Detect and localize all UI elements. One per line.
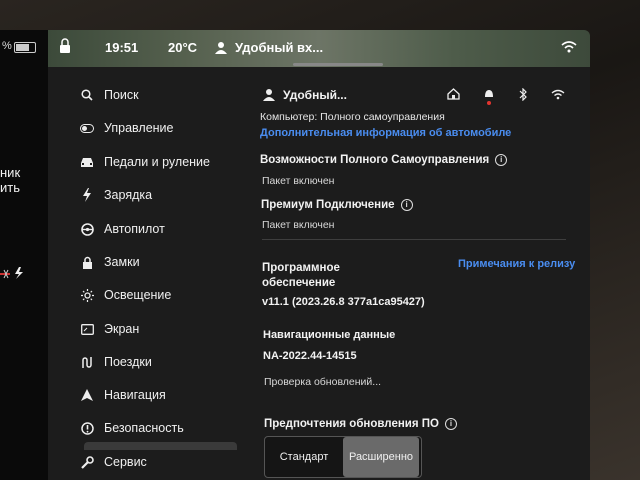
sidebar-item-pedals[interactable]: Педали и руление	[80, 151, 210, 173]
premium-title-text: Премиум Подключение	[261, 199, 395, 211]
bell-icon[interactable]	[483, 88, 495, 100]
sidebar-item-lights[interactable]: Освещение	[80, 284, 171, 306]
sidebar-item-safety[interactable]: Безопасность	[80, 417, 184, 439]
sidebar-item-label: Автопилот	[104, 222, 165, 236]
panel-drag-handle[interactable]	[293, 63, 383, 66]
nav-data-title: Навигационные данные	[263, 329, 396, 341]
premium-status: Пакет включен	[262, 219, 335, 231]
software-version: v11.1 (2023.26.8 377a1ca95427)	[262, 296, 425, 308]
divider	[262, 239, 566, 240]
left-text-1: ник	[0, 165, 21, 180]
sidebar-item-label: Поиск	[104, 88, 139, 102]
sidebar-item-trips[interactable]: Поездки	[80, 351, 152, 373]
sidebar-item-label: Сервис	[104, 455, 147, 469]
clock: 19:51	[105, 40, 139, 55]
check-updates[interactable]: Проверка обновлений...	[264, 376, 381, 388]
more-vehicle-info-link[interactable]: Дополнительная информация об автомобиле	[260, 127, 511, 139]
info-icon[interactable]: i	[445, 418, 457, 430]
sidebar-item-autopilot[interactable]: Автопилот	[80, 218, 165, 240]
lock-icon	[80, 255, 94, 269]
search-icon	[80, 88, 94, 102]
sidebar-item-selected-highlight	[84, 442, 237, 450]
sidebar-item-display[interactable]: Экран	[80, 318, 139, 340]
option-standard[interactable]: Стандарт	[265, 437, 343, 477]
battery-icon	[14, 42, 36, 53]
update-preferences-title: Предпочтения обновления ПО i	[264, 418, 457, 430]
computer-label: Компьютер: Полного самоуправления	[260, 111, 445, 123]
car-icon	[80, 155, 94, 169]
info-icon[interactable]: i	[400, 199, 413, 211]
release-notes-link[interactable]: Примечания к релизу	[458, 258, 575, 270]
profile-icon[interactable]	[263, 88, 275, 101]
software-title-line1: Программное	[262, 262, 340, 274]
profile-name[interactable]: Удобный...	[283, 88, 347, 102]
sidebar-item-label: Безопасность	[104, 421, 184, 435]
sidebar-item-label: Замки	[104, 255, 140, 269]
sun-icon	[80, 288, 94, 302]
update-preference-selector: Стандарт Расширенно	[264, 436, 422, 478]
sidebar-item-label: Навигация	[104, 388, 166, 402]
fsd-title: Возможности Полного Самоуправления i	[260, 154, 508, 166]
map-status-bar[interactable]: 19:51 20°C Удобный вх...	[48, 30, 590, 67]
home-icon[interactable]	[447, 88, 460, 100]
sidebar-item-label: Экран	[104, 322, 140, 336]
sidebar-item-locks[interactable]: Замки	[80, 251, 140, 273]
update-pref-title-text: Предпочтения обновления ПО	[264, 418, 439, 430]
option-advanced[interactable]: Расширенно	[343, 437, 419, 477]
fsd-status: Пакет включен	[262, 175, 335, 187]
info-icon[interactable]: i	[495, 154, 508, 166]
sidebar-item-label: Поездки	[104, 355, 152, 369]
profile-name-status[interactable]: Удобный вх...	[235, 40, 323, 55]
lock-icon[interactable]	[58, 38, 72, 54]
sidebar-item-search[interactable]: Поиск	[80, 84, 139, 106]
sidebar-item-controls[interactable]: Управление	[80, 117, 174, 139]
wifi-icon[interactable]	[551, 89, 565, 100]
wifi-icon	[561, 41, 577, 53]
battery-percent: %	[2, 40, 12, 52]
left-car-panel: % ник ить	[0, 30, 49, 480]
sidebar-item-service[interactable]: Сервис	[80, 451, 147, 473]
sidebar-item-label: Освещение	[104, 288, 172, 302]
sidebar-item-charging[interactable]: Зарядка	[80, 184, 152, 206]
safety-icon	[80, 421, 94, 435]
charge-cable-icon	[0, 267, 23, 279]
premium-title: Премиум Подключение i	[261, 199, 413, 211]
wrench-icon	[80, 455, 94, 469]
left-text-2: ить	[0, 180, 20, 195]
fsd-title-text: Возможности Полного Самоуправления	[260, 154, 490, 166]
lightning-icon	[80, 188, 94, 202]
steering-wheel-icon	[80, 222, 94, 236]
sidebar-item-label: Управление	[104, 121, 174, 135]
notification-dot	[487, 101, 491, 105]
navigation-icon	[80, 388, 94, 402]
display-icon	[80, 322, 94, 336]
toggle-icon	[80, 121, 94, 135]
software-title-line2: обеспечение	[262, 277, 336, 289]
temperature: 20°C	[168, 40, 198, 55]
sidebar-item-label: Зарядка	[104, 188, 153, 202]
bluetooth-icon[interactable]	[518, 88, 528, 101]
nav-data-version: NA-2022.44-14515	[263, 350, 357, 362]
trips-icon	[80, 355, 94, 369]
sidebar-item-navigation[interactable]: Навигация	[80, 384, 166, 406]
sidebar-item-label: Педали и руление	[104, 155, 210, 169]
profile-icon[interactable]	[215, 41, 227, 54]
